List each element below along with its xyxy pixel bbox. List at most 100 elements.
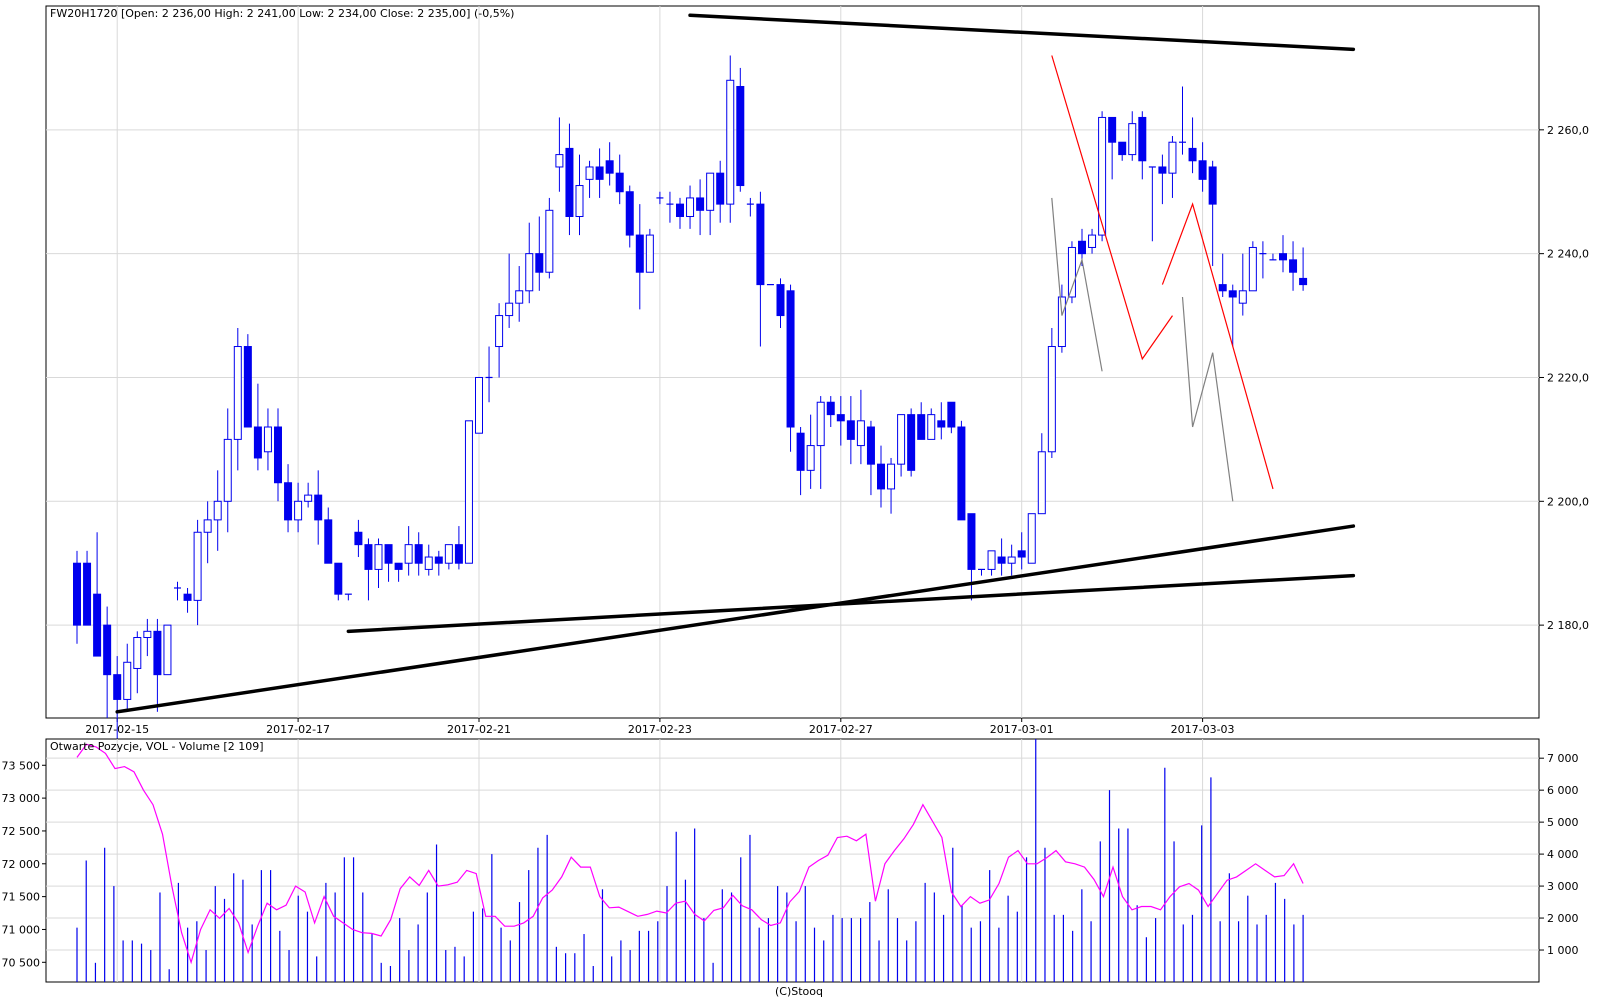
candle-down (635, 234, 644, 273)
candle-down (866, 426, 875, 465)
candle-down (153, 630, 162, 676)
candle-down (877, 463, 885, 490)
candle-up (887, 463, 896, 490)
candle-down (243, 346, 252, 428)
candle-down (736, 85, 745, 187)
candle-down (1118, 141, 1127, 156)
candle-down (324, 519, 333, 564)
chart-root: 2 180,0 2 200,0 2 220,0 2 240,0 2 260,0 2017-… (0, 0, 1600, 1000)
candle-down (947, 401, 956, 428)
candle-up (233, 346, 242, 440)
volume-right-tick-label: 6 000 (1547, 784, 1579, 797)
candle-up (806, 445, 815, 471)
candle-down (454, 544, 463, 564)
candle-down (716, 172, 725, 205)
candle-down (183, 593, 192, 601)
candle-down (846, 420, 855, 440)
oi-left-tick-label: 71 000 (2, 923, 41, 936)
volume-right-tick-label: 1 000 (1547, 944, 1579, 957)
candle-down (334, 562, 343, 595)
candle-up (1037, 451, 1046, 515)
oi-left-tick-label: 72 500 (2, 825, 41, 838)
candle-down (826, 401, 835, 416)
candle-up (1168, 141, 1177, 174)
candle-down (1158, 166, 1167, 174)
oi-left-tick-label: 70 500 (2, 956, 41, 969)
volume-right-tick-label: 7 000 (1547, 752, 1579, 765)
candle-down (836, 414, 845, 422)
candle-down (364, 544, 373, 570)
candle-up (1047, 346, 1056, 453)
candle-down (1299, 277, 1308, 286)
candle-up (203, 519, 212, 533)
candle-up (505, 302, 514, 317)
candle-up (1238, 290, 1247, 304)
candle-down (907, 414, 916, 471)
candle-up (897, 414, 906, 465)
price-x-tick-label: 2017-02-21 (447, 723, 511, 736)
price-y-tick-label: 2 260,0 (1547, 124, 1589, 137)
candle-down (354, 531, 363, 546)
candle-down (384, 544, 393, 564)
candle-up (645, 234, 654, 273)
candle-down (394, 562, 403, 570)
candle-down (274, 426, 282, 484)
candle-down (796, 432, 805, 471)
candle-up (856, 420, 865, 447)
candle-down (414, 544, 423, 564)
candle-up (444, 544, 453, 564)
candle-up (585, 166, 594, 180)
candle-up (464, 420, 473, 564)
candle-down (756, 203, 765, 286)
candle-up (515, 290, 524, 304)
candle-down (83, 562, 92, 626)
candle-down (113, 674, 122, 700)
candle-down (1218, 284, 1227, 292)
candle-up (193, 531, 202, 601)
price-x-tick-label: 2017-03-03 (1171, 723, 1235, 736)
candle-up (1248, 246, 1257, 292)
candle-down (1188, 147, 1197, 162)
volume-right-tick-label: 3 000 (1547, 880, 1579, 893)
candle-up (575, 185, 584, 218)
candle-up (726, 79, 735, 205)
candle-up (304, 494, 313, 502)
candle-down (776, 284, 785, 317)
candle-up (143, 630, 152, 639)
candle-down (1017, 550, 1026, 558)
candle-down (1208, 166, 1217, 205)
candle-down (73, 562, 81, 626)
candle-up (1128, 123, 1137, 156)
price-x-tick-label: 2017-03-01 (990, 723, 1054, 736)
candle-up (123, 661, 132, 700)
price-y-tick-label: 2 200,0 (1547, 495, 1589, 508)
candle-up (213, 500, 222, 521)
candle-up (495, 315, 504, 348)
candle-down (967, 513, 976, 570)
candle-up (263, 426, 272, 453)
candle-down (1289, 259, 1298, 273)
volume-chart-title: Otwarte Pozycje, VOL - Volume [2 109] (50, 740, 264, 753)
chart-canvas: 2 180,0 2 200,0 2 220,0 2 240,0 2 260,0 2017-… (2, 5, 1589, 983)
oi-left-tick-label: 72 000 (2, 858, 41, 871)
oi-left-tick-label: 73 000 (2, 792, 41, 805)
candle-down (615, 172, 624, 193)
candle-up (525, 253, 534, 292)
candle-up (1057, 296, 1066, 348)
candle-up (133, 637, 142, 669)
price-y-tick-label: 2 180,0 (1547, 619, 1589, 632)
candle-up (816, 401, 825, 447)
candle-down (997, 556, 1006, 564)
price-x-tick-label: 2017-02-27 (809, 723, 873, 736)
price-x-tick-label: 2017-02-23 (628, 723, 692, 736)
candle-up (424, 556, 433, 570)
candle-up (374, 544, 383, 570)
candle-down (786, 290, 795, 428)
price-x-tick-label: 2017-02-17 (266, 723, 330, 736)
candle-up (1027, 513, 1036, 564)
candle-up (223, 438, 232, 502)
candle-down (1279, 253, 1287, 261)
candle-down (93, 593, 102, 657)
candle-up (1007, 556, 1016, 564)
candle-down (625, 191, 634, 236)
